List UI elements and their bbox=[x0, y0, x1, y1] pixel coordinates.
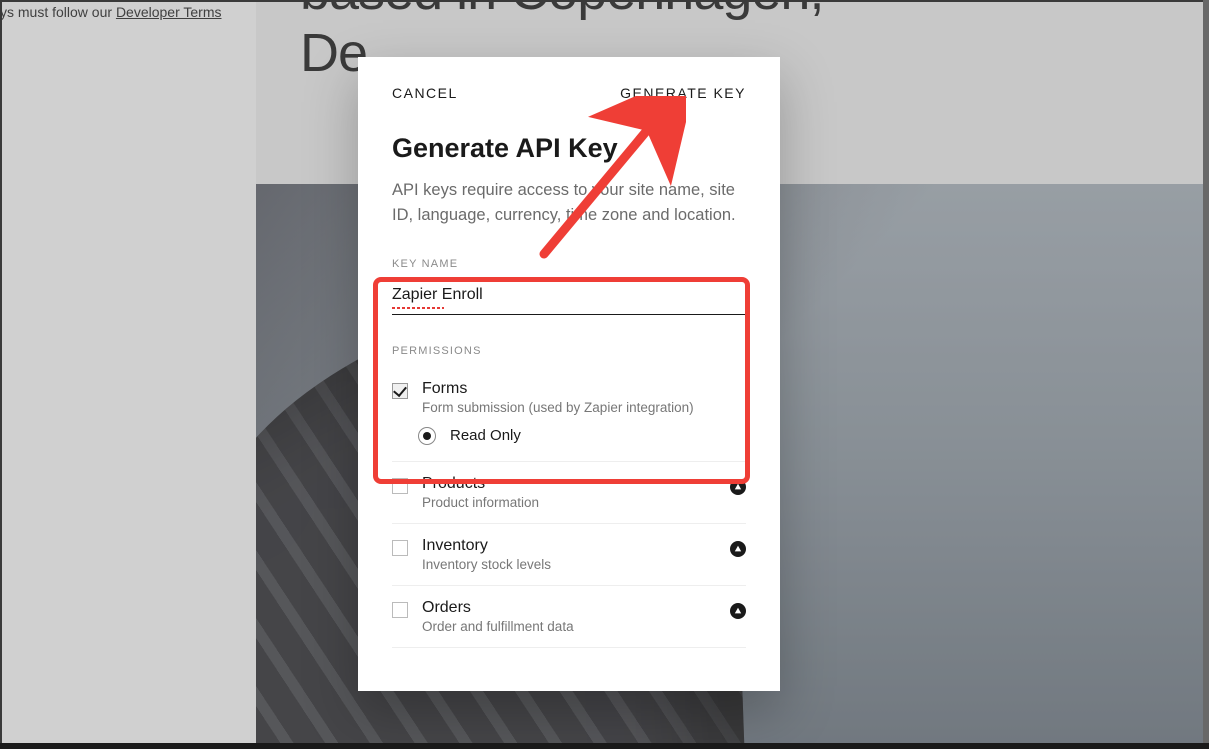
permission-forms[interactable]: Forms Form submission (used by Zapier in… bbox=[392, 367, 746, 421]
products-checkbox[interactable] bbox=[392, 478, 408, 494]
key-name-field-wrap bbox=[392, 280, 746, 315]
cancel-button[interactable]: CANCEL bbox=[392, 85, 458, 101]
modal-title: Generate API Key bbox=[392, 133, 746, 164]
products-sub: Product information bbox=[422, 495, 716, 510]
permission-orders[interactable]: Orders Order and fulfillment data bbox=[392, 586, 746, 648]
inventory-expand-icon[interactable] bbox=[730, 541, 746, 557]
forms-read-only-row[interactable]: Read Only bbox=[392, 421, 746, 462]
inventory-sub: Inventory stock levels bbox=[422, 557, 716, 572]
orders-sub: Order and fulfillment data bbox=[422, 619, 716, 634]
inventory-title: Inventory bbox=[422, 537, 716, 555]
read-only-label: Read Only bbox=[450, 427, 521, 444]
sidebar: ys must follow our Developer Terms bbox=[0, 0, 256, 749]
sidebar-prefix: ys must follow our bbox=[0, 4, 116, 20]
orders-text: Orders Order and fulfillment data bbox=[422, 599, 716, 634]
forms-text: Forms Form submission (used by Zapier in… bbox=[422, 380, 746, 415]
frame-border bbox=[0, 743, 1209, 749]
orders-expand-icon[interactable] bbox=[730, 603, 746, 619]
orders-checkbox[interactable] bbox=[392, 602, 408, 618]
hero-line1: based in Copenhagen, bbox=[300, 0, 823, 22]
permissions-list: Forms Form submission (used by Zapier in… bbox=[392, 367, 746, 648]
forms-title: Forms bbox=[422, 380, 746, 398]
generate-api-key-modal: CANCEL GENERATE KEY Generate API Key API… bbox=[358, 57, 780, 691]
orders-title: Orders bbox=[422, 599, 716, 617]
frame-border bbox=[1203, 0, 1209, 749]
modal-header: CANCEL GENERATE KEY bbox=[358, 57, 780, 115]
products-text: Products Product information bbox=[422, 475, 716, 510]
products-title: Products bbox=[422, 475, 716, 493]
permission-inventory[interactable]: Inventory Inventory stock levels bbox=[392, 524, 746, 586]
key-name-label: KEY NAME bbox=[392, 258, 746, 270]
modal-description: API keys require access to your site nam… bbox=[392, 178, 746, 228]
sidebar-terms-text: ys must follow our Developer Terms bbox=[0, 0, 222, 24]
generate-key-button[interactable]: GENERATE KEY bbox=[620, 85, 746, 101]
frame-border bbox=[0, 0, 1209, 2]
inventory-checkbox[interactable] bbox=[392, 540, 408, 556]
developer-terms-link[interactable]: Developer Terms bbox=[116, 4, 222, 20]
forms-sub: Form submission (used by Zapier integrat… bbox=[422, 400, 746, 415]
permissions-label: PERMISSIONS bbox=[392, 345, 746, 357]
key-name-input[interactable] bbox=[392, 280, 746, 315]
permission-products[interactable]: Products Product information bbox=[392, 462, 746, 524]
forms-checkbox[interactable] bbox=[392, 383, 408, 399]
read-only-radio[interactable] bbox=[418, 427, 436, 445]
frame-border bbox=[0, 0, 2, 749]
products-expand-icon[interactable] bbox=[730, 479, 746, 495]
modal-body: Generate API Key API keys require access… bbox=[358, 115, 780, 648]
inventory-text: Inventory Inventory stock levels bbox=[422, 537, 716, 572]
